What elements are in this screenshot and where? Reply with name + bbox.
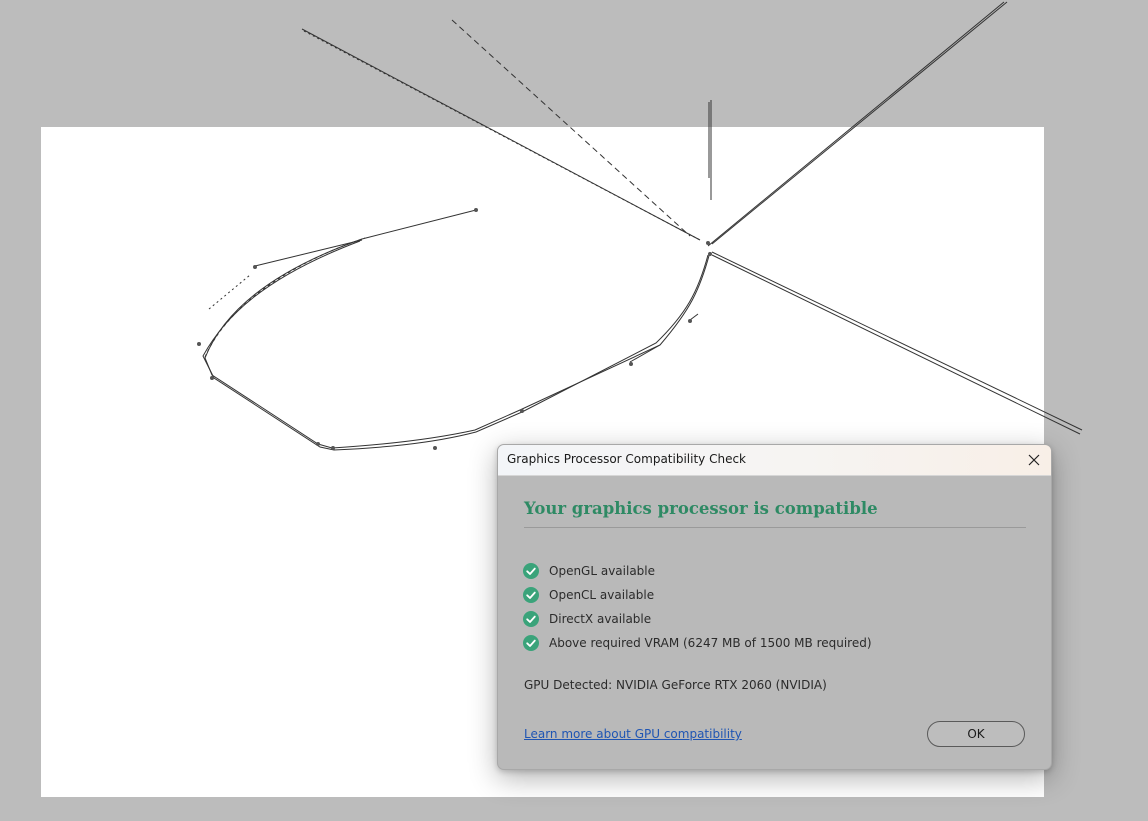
check-circle-icon <box>523 611 539 627</box>
check-label: OpenCL available <box>549 588 655 602</box>
close-button[interactable] <box>1021 447 1047 473</box>
check-item: OpenGL available <box>523 559 872 583</box>
check-item: OpenCL available <box>523 583 872 607</box>
check-item: Above required VRAM (6247 MB of 1500 MB … <box>523 631 872 655</box>
check-circle-icon <box>523 635 539 651</box>
dialog-titlebar[interactable]: Graphics Processor Compatibility Check <box>498 445 1051 476</box>
check-circle-icon <box>523 563 539 579</box>
learn-more-link[interactable]: Learn more about GPU compatibility <box>524 727 742 741</box>
check-label: DirectX available <box>549 612 652 626</box>
heading-divider <box>524 527 1026 528</box>
check-item: DirectX available <box>523 607 872 631</box>
gpu-compatibility-dialog: Graphics Processor Compatibility Check Y… <box>497 444 1052 770</box>
check-label: OpenGL available <box>549 564 656 578</box>
check-circle-icon <box>523 587 539 603</box>
ok-button[interactable]: OK <box>927 721 1025 747</box>
check-list: OpenGL available OpenCL available Direct… <box>523 559 872 655</box>
dialog-title: Graphics Processor Compatibility Check <box>507 452 746 466</box>
compatibility-heading: Your graphics processor is compatible <box>524 499 878 518</box>
gpu-detected-text: GPU Detected: NVIDIA GeForce RTX 2060 (N… <box>524 678 827 692</box>
close-icon <box>1028 454 1040 466</box>
check-label: Above required VRAM (6247 MB of 1500 MB … <box>549 636 872 650</box>
